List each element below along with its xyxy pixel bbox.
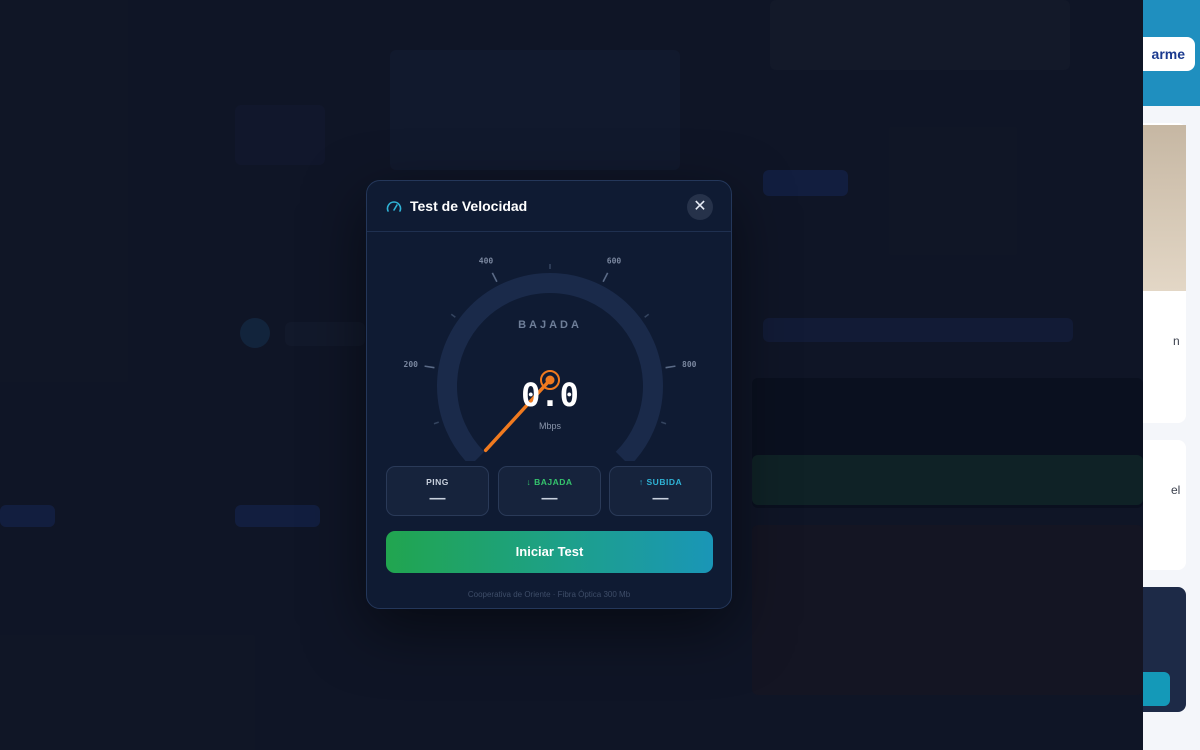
gauge-speed-value: 0.0 xyxy=(521,376,579,414)
upload-value: — xyxy=(652,490,669,507)
gauge-mode-label: BAJADA xyxy=(518,319,582,331)
speedometer-icon xyxy=(386,201,402,212)
side-card-image xyxy=(1143,125,1186,291)
side-card-2-text: el xyxy=(1171,483,1181,497)
speed-gauge: 200 400 600 800 BAJADA 0.0 Mbps xyxy=(367,236,733,461)
gauge-tick xyxy=(665,365,676,369)
ping-stat: PING — xyxy=(386,466,489,516)
download-stat: ↓ BAJADA — xyxy=(498,466,601,516)
gauge-tick xyxy=(644,313,650,318)
footer-note: Cooperativa de Oriente · Fibra Óptica 30… xyxy=(467,590,631,599)
download-label: ↓ BAJADA xyxy=(526,477,573,487)
gauge-tick xyxy=(602,272,609,283)
gauge-tick xyxy=(450,313,456,318)
side-teal-button xyxy=(1143,672,1170,706)
gauge-tick xyxy=(491,272,498,283)
download-value: — xyxy=(541,490,558,507)
side-action-button: arme xyxy=(1143,37,1195,71)
modal-title: Test de Velocidad xyxy=(410,198,528,214)
gauge-tick-label: 600 xyxy=(607,256,622,265)
side-card-2 xyxy=(1143,440,1186,570)
gauge-tick-label: 400 xyxy=(479,256,494,265)
side-card-text: n xyxy=(1173,334,1180,348)
gauge-unit: Mbps xyxy=(538,421,561,431)
upload-stat: ↑ SUBIDA — xyxy=(609,466,712,516)
upload-label: ↑ SUBIDA xyxy=(638,477,683,487)
ping-label: PING xyxy=(426,477,449,487)
gauge-tick-label: 200 xyxy=(404,360,419,369)
close-button[interactable]: ✕ xyxy=(687,194,713,220)
speed-test-modal: Test de Velocidad ✕ 200 400 600 800 BAJADA … xyxy=(366,180,732,609)
arrow-up-icon: ↑ xyxy=(638,477,644,487)
ping-value: — xyxy=(429,490,446,507)
close-icon: ✕ xyxy=(693,198,707,215)
modal-header: Test de Velocidad ✕ xyxy=(367,181,731,232)
start-test-button[interactable]: Iniciar Test xyxy=(386,531,713,573)
arrow-down-icon: ↓ xyxy=(526,477,532,487)
background-side-strip: arme n el xyxy=(1143,0,1200,750)
gauge-tick-label: 800 xyxy=(682,360,697,369)
gauge-tick xyxy=(424,365,435,369)
